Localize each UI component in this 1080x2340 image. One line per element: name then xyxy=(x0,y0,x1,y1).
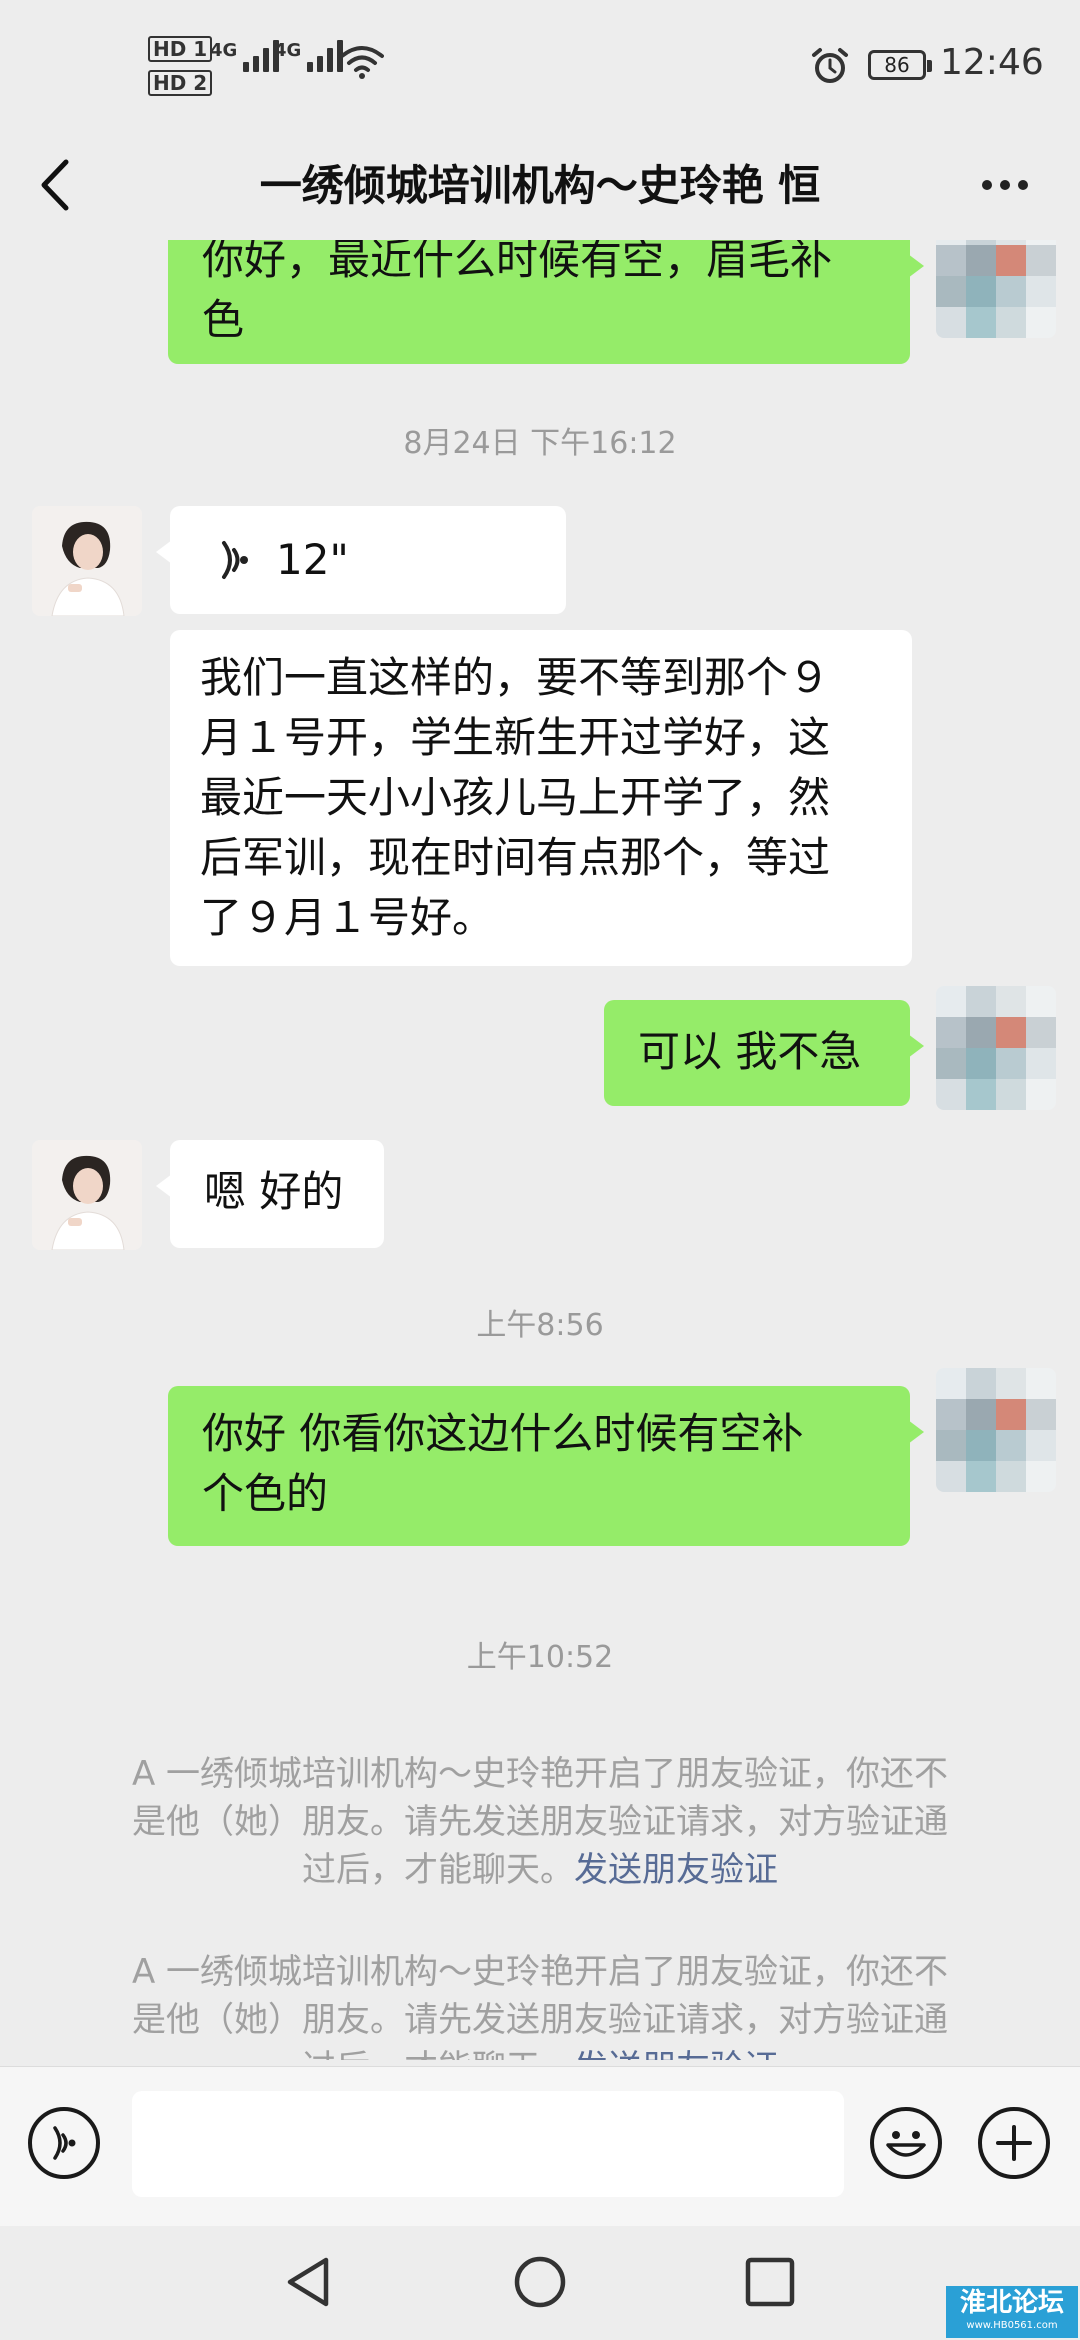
back-button[interactable] xyxy=(32,150,92,220)
status-bar: HD 1 HD 2 4G 4G 86 12:46 xyxy=(0,0,1080,130)
message-text: 后军训，现在时间有点那个，等过 xyxy=(200,833,831,882)
message-sent[interactable]: 你好 你看你这边什么时候有空补 个色的 xyxy=(168,1386,924,1546)
message-text: 色 xyxy=(202,295,245,344)
send-friend-verification-link[interactable]: 发送朋友验证 xyxy=(574,1850,778,1890)
status-time: 12:46 xyxy=(940,42,1044,83)
nav-back-icon[interactable] xyxy=(280,2252,336,2312)
chat-title: 一绣倾城培训机构～史玲艳 恒 xyxy=(259,161,821,210)
nav-home-icon[interactable] xyxy=(512,2254,568,2310)
my-avatar[interactable] xyxy=(936,1368,1056,1492)
more-functions-button[interactable] xyxy=(978,2107,1050,2179)
alarm-icon xyxy=(812,48,848,83)
nav-recent-icon[interactable] xyxy=(742,2254,798,2310)
timestamp: 上午10:52 xyxy=(466,1640,614,1675)
message-received[interactable]: 嗯 好的 xyxy=(156,1140,384,1248)
wifi-icon xyxy=(340,46,384,79)
contact-photo xyxy=(32,1140,142,1250)
hd2-indicator: HD 2 xyxy=(148,70,216,96)
send-friend-verification-link[interactable]: 发送朋友验证 xyxy=(574,2048,778,2060)
message-text: 你好 你看你这边什么时候有空补 xyxy=(202,1409,804,1458)
system-notice: A 一绣倾城培训机构～史玲艳开启了朋友验证，你还不 是他（她）朋友。请先发送朋友… xyxy=(90,1948,990,2060)
voice-duration: 12" xyxy=(276,535,349,584)
message-text: 可以 我不急 xyxy=(638,1027,862,1076)
voice-mode-button[interactable] xyxy=(28,2107,100,2179)
message-text: 我们一直这样的，要不等到那个９ xyxy=(200,653,831,702)
voice-message[interactable]: 12" xyxy=(156,506,566,614)
site-watermark: 淮北论坛 www.HB0561.com xyxy=(946,2286,1078,2338)
message-text: 你好，最近什么时候有空，眉毛补 xyxy=(202,240,833,284)
voice-playback-icon xyxy=(222,541,248,579)
message-text: 了９月１号好。 xyxy=(200,893,495,942)
chevron-left-icon xyxy=(41,159,69,211)
message-text: 个色的 xyxy=(202,1469,329,1518)
message-sent[interactable]: 你好，最近什么时候有空，眉毛补 色 xyxy=(168,240,924,364)
voice-mode-icon xyxy=(53,2126,76,2160)
message-input[interactable] xyxy=(132,2091,844,2197)
battery-indicator: 86 xyxy=(868,50,932,80)
contact-avatar[interactable] xyxy=(32,506,142,616)
signal-1-icon: 4G xyxy=(210,40,280,72)
more-dots-icon xyxy=(982,180,992,190)
system-notice: A 一绣倾城培训机构～史玲艳开启了朋友验证，你还不 是他（她）朋友。请先发送朋友… xyxy=(131,1754,949,1890)
signal-2-icon: 4G xyxy=(274,40,344,72)
chat-header: 一绣倾城培训机构～史玲艳 恒 xyxy=(0,130,1080,240)
contact-photo xyxy=(32,506,142,616)
system-navigation-bar xyxy=(0,2226,1080,2340)
message-text: 月１号开，学生新生开过学好，这 xyxy=(200,713,831,762)
my-avatar[interactable] xyxy=(936,240,1056,338)
timestamp: 上午8:56 xyxy=(476,1308,604,1343)
emoji-icon xyxy=(886,2131,926,2157)
hd1-indicator: HD 1 xyxy=(148,36,216,62)
message-received[interactable]: 我们一直这样的，要不等到那个９ 月１号开，学生新生开过学好，这 最近一天小小孩儿… xyxy=(170,630,912,966)
contact-avatar[interactable] xyxy=(32,1140,142,1250)
plus-icon xyxy=(996,2125,1032,2161)
message-text: 最近一天小小孩儿马上开学了，然 xyxy=(200,773,831,822)
message-sent[interactable]: 可以 我不急 xyxy=(604,1000,924,1106)
message-list[interactable]: 你好，最近什么时候有空，眉毛补 色 8月24日 下午16:12 12" 我们一直… xyxy=(0,240,1080,2060)
my-avatar[interactable] xyxy=(936,986,1056,1110)
input-bar xyxy=(0,2066,1080,2227)
more-options-button[interactable] xyxy=(970,160,1040,210)
timestamp: 8月24日 下午16:12 xyxy=(403,426,677,461)
emoji-button[interactable] xyxy=(870,2107,942,2179)
message-text: 嗯 好的 xyxy=(204,1167,344,1216)
